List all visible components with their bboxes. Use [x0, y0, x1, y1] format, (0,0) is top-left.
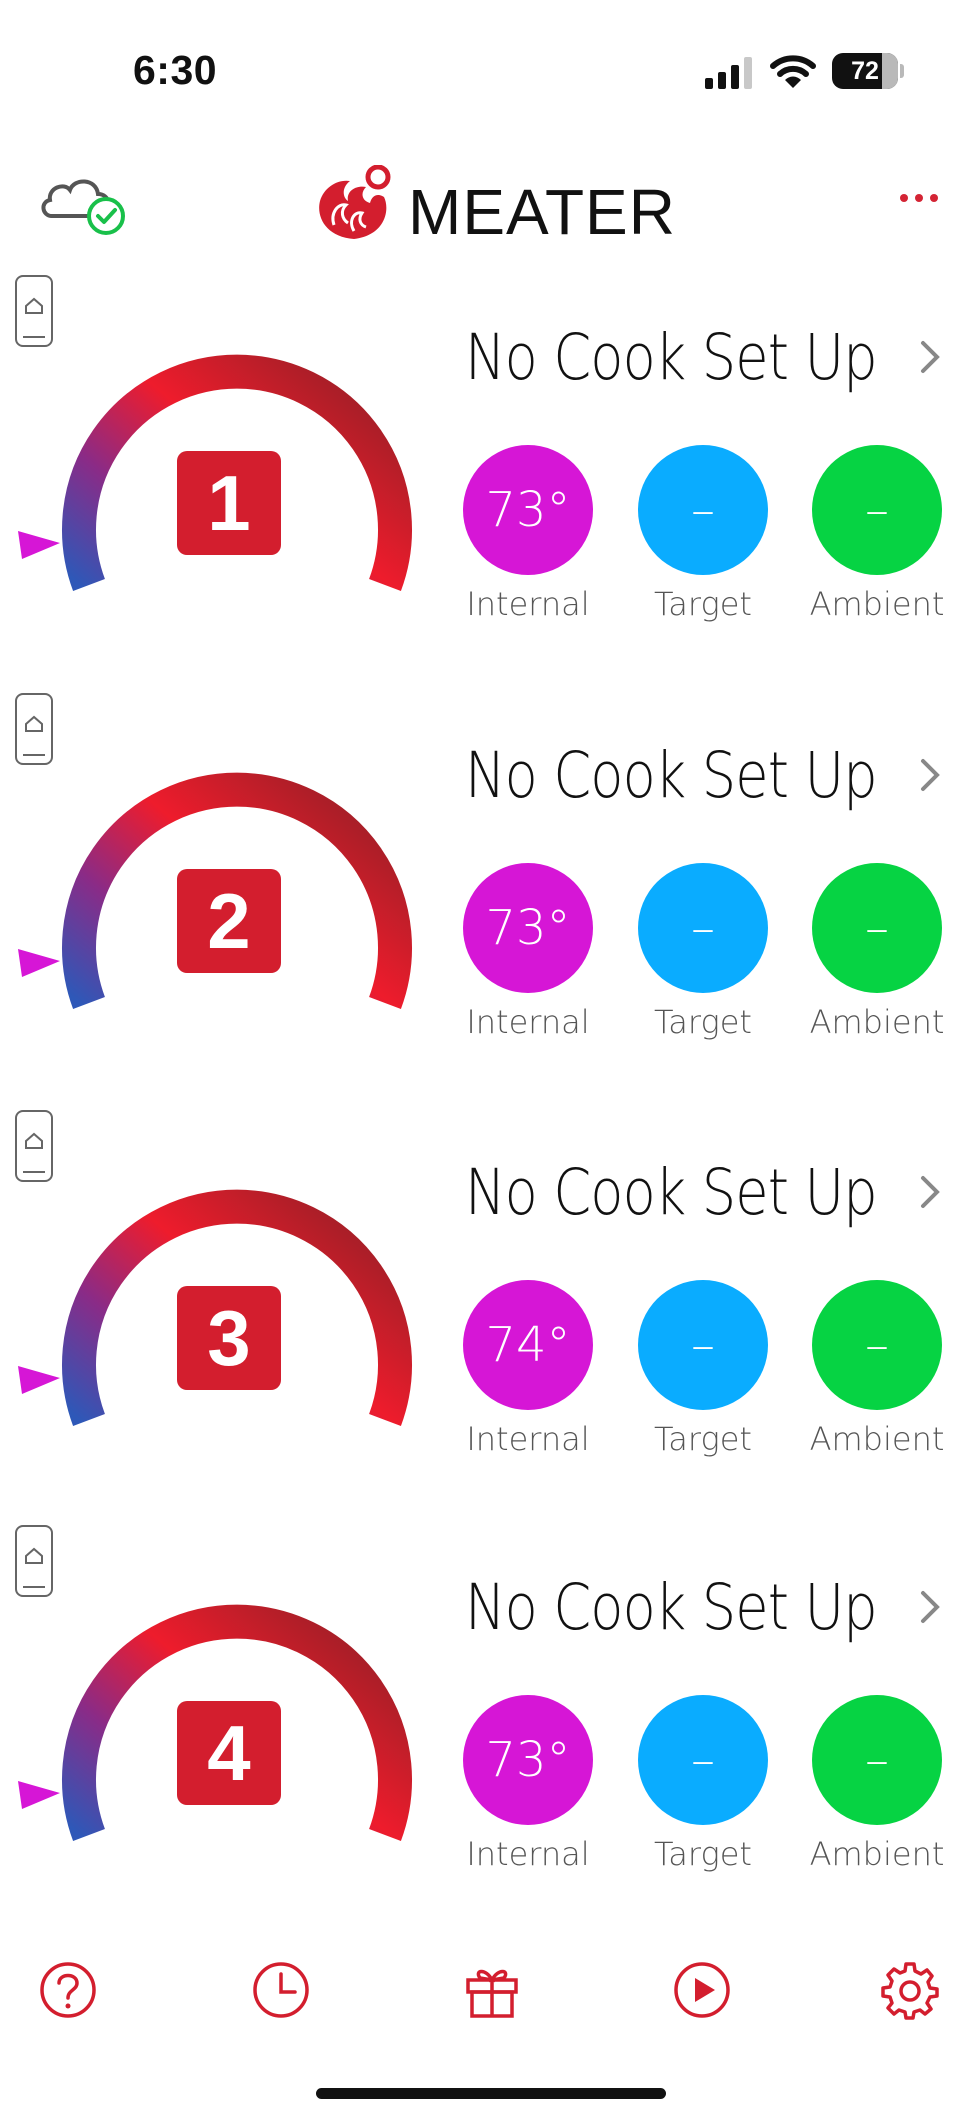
chevron-right-icon[interactable]	[918, 1172, 942, 1212]
target-temp-circle[interactable]: –	[638, 1280, 768, 1410]
current-temp-pointer-icon	[18, 1366, 60, 1394]
probe-number-badge: 1	[177, 451, 281, 555]
ambient-temp-circle: –	[812, 1280, 942, 1410]
target-temp-circle[interactable]: –	[638, 1695, 768, 1825]
probe-number-badge: 2	[177, 869, 281, 973]
internal-temp-circle: 73°	[463, 1695, 593, 1825]
battery-cap	[900, 64, 904, 78]
target-temp-circle[interactable]: –	[638, 863, 768, 993]
target-label: Target	[654, 1835, 752, 1873]
ambient-label: Ambient	[809, 1835, 945, 1873]
chevron-right-icon[interactable]	[918, 755, 942, 795]
chevron-right-icon[interactable]	[918, 337, 942, 377]
internal-label: Internal	[466, 585, 590, 623]
gift-icon[interactable]	[462, 1960, 522, 2020]
battery-icon: 72	[832, 53, 898, 89]
ambient-temp-circle: –	[812, 1695, 942, 1825]
cook-setup-link[interactable]: No Cook Set Up	[465, 1567, 965, 1647]
chevron-right-icon[interactable]	[918, 1587, 942, 1627]
probe-card-3[interactable]: 3 No Cook Set Up 74° – – Internal Target…	[0, 1110, 980, 1458]
probe-card-4[interactable]: 4 No Cook Set Up 73° – – Internal Target…	[0, 1525, 980, 1873]
cellular-signal-icon	[705, 56, 753, 89]
current-temp-pointer-icon	[18, 1781, 60, 1809]
internal-temp-circle: 74°	[463, 1280, 593, 1410]
ambient-temp-circle: –	[812, 863, 942, 993]
cloud-connected-icon[interactable]	[38, 170, 126, 236]
brand-title: MEATER	[408, 176, 676, 248]
probe-card-2[interactable]: 2 No Cook Set Up 73° – – Internal Target…	[0, 693, 980, 1041]
current-temp-pointer-icon	[18, 531, 60, 559]
target-temp-circle[interactable]: –	[638, 445, 768, 575]
battery-level: 72	[851, 57, 879, 85]
cook-setup-link[interactable]: No Cook Set Up	[465, 735, 965, 815]
target-label: Target	[654, 1420, 752, 1458]
ambient-temp-circle: –	[812, 445, 942, 575]
internal-label: Internal	[466, 1420, 590, 1458]
target-label: Target	[654, 585, 752, 623]
cook-setup-link[interactable]: No Cook Set Up	[465, 317, 965, 397]
status-time: 6:30	[133, 47, 218, 93]
internal-label: Internal	[466, 1835, 590, 1873]
settings-gear-icon[interactable]	[880, 1960, 940, 2020]
cook-setup-link[interactable]: No Cook Set Up	[465, 1152, 965, 1232]
meater-logo-icon	[319, 165, 391, 239]
internal-temp-circle: 73°	[463, 863, 593, 993]
cook-status-title: No Cook Set Up	[465, 1155, 878, 1229]
wifi-icon	[770, 55, 816, 88]
help-icon[interactable]	[38, 1960, 98, 2020]
internal-temp-circle: 73°	[463, 445, 593, 575]
cook-status-title: No Cook Set Up	[465, 1570, 878, 1644]
cook-status-title: No Cook Set Up	[465, 738, 878, 812]
internal-label: Internal	[466, 1003, 590, 1041]
home-indicator[interactable]	[316, 2088, 666, 2099]
probe-number-badge: 4	[177, 1701, 281, 1805]
ambient-label: Ambient	[809, 1420, 945, 1458]
target-label: Target	[654, 1003, 752, 1041]
ambient-label: Ambient	[809, 1003, 945, 1041]
current-temp-pointer-icon	[18, 949, 60, 977]
history-clock-icon[interactable]	[251, 1960, 311, 2020]
more-menu-icon[interactable]	[900, 188, 944, 208]
probe-number-badge: 3	[177, 1286, 281, 1390]
play-icon[interactable]	[672, 1960, 732, 2020]
cook-status-title: No Cook Set Up	[465, 320, 878, 394]
ambient-label: Ambient	[809, 585, 945, 623]
probe-card-1[interactable]: 1 No Cook Set Up 73° – – Internal Target…	[0, 275, 980, 623]
